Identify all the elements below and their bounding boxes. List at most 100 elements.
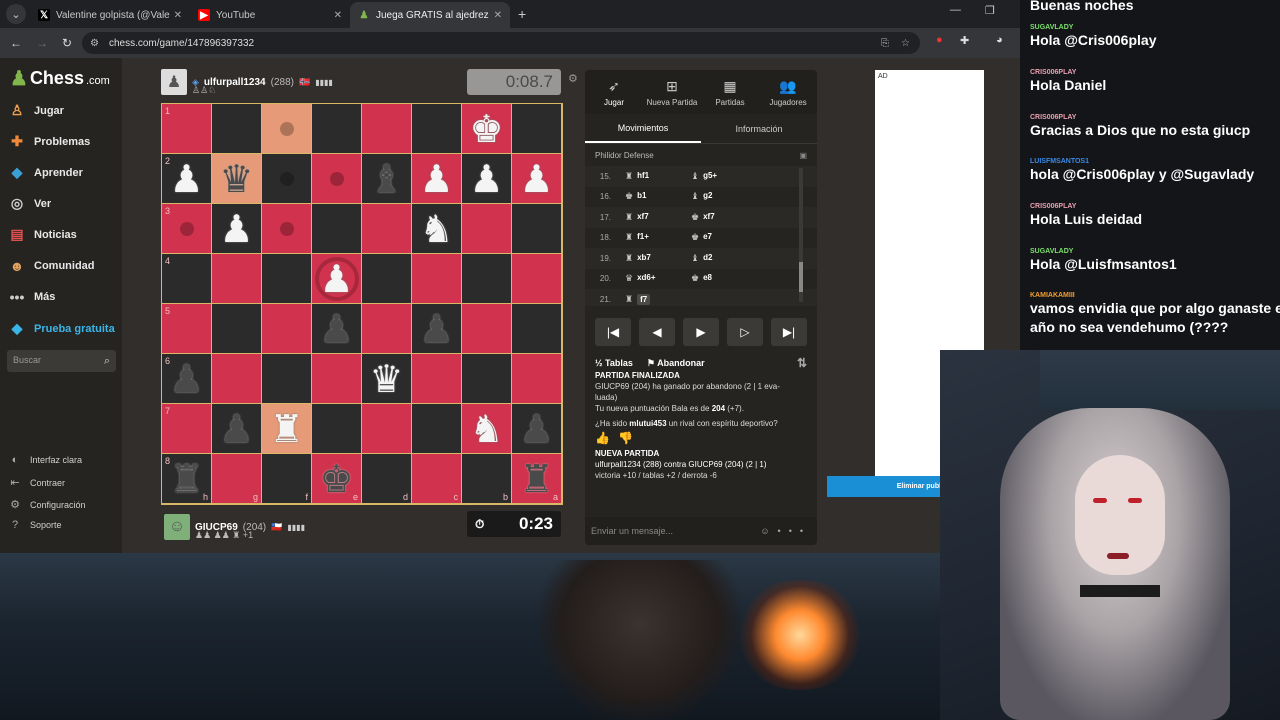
legal-move-dot[interactable]	[279, 221, 294, 236]
legal-move-dot[interactable]	[279, 171, 294, 186]
board-square[interactable]	[262, 254, 312, 304]
board-square[interactable]: 5	[162, 304, 212, 354]
minimize-icon[interactable]: —	[950, 4, 961, 17]
more-options-icon[interactable]: •••	[778, 526, 811, 536]
white-pawn-icon[interactable]: ♟	[519, 160, 553, 198]
capture-ring[interactable]	[315, 257, 359, 301]
board-square[interactable]	[412, 104, 462, 154]
new-tab-button[interactable]: +	[518, 6, 526, 22]
black-king-icon[interactable]: ♚	[319, 460, 353, 498]
white-move[interactable]: ♜ xf7	[617, 212, 683, 223]
black-rook-icon[interactable]: ♜	[169, 460, 203, 498]
book-icon[interactable]: ▣	[799, 151, 807, 160]
chat-username[interactable]: CRIS006PLAY	[1030, 114, 1250, 121]
black-move[interactable]: ♝ d2	[683, 253, 749, 264]
chat-username[interactable]: CRIS006PLAY	[1030, 69, 1106, 76]
board-square[interactable]	[262, 154, 312, 204]
black-move[interactable]: ♝ g5+	[683, 171, 749, 182]
board-square[interactable]: ♟	[212, 404, 262, 454]
board-square[interactable]	[262, 204, 312, 254]
white-knight-icon[interactable]: ♞	[419, 210, 453, 248]
browser-tab-youtube[interactable]: ▶ YouTube ✕	[190, 2, 350, 28]
board-square[interactable]: d	[362, 454, 412, 504]
panel-tab-3[interactable]: 👥 Jugadores	[759, 70, 817, 114]
bottom-player-avatar[interactable]: ☺	[164, 514, 190, 540]
board-square[interactable]: 3	[162, 204, 212, 254]
board-square[interactable]	[362, 254, 412, 304]
move-list[interactable]: 15. ♜ hf1 ♝ g5+ 16. ♚ b1 ♝ g2 17. ♜ xf7 ♚ xf7 18. ♜ f1+ ♚ e…	[585, 166, 817, 306]
board-square[interactable]: ♟	[312, 254, 362, 304]
board-square[interactable]: ♛	[362, 354, 412, 404]
board-square[interactable]: 1	[162, 104, 212, 154]
bookmark-star-icon[interactable]: ☆	[901, 38, 910, 49]
draw-button[interactable]: ½ Tablas	[595, 358, 633, 368]
panel-tab-1[interactable]: ⊞ Nueva Partida	[643, 70, 701, 114]
tab-information[interactable]: Información	[701, 114, 817, 143]
board-square[interactable]: ♞	[412, 204, 462, 254]
board-square[interactable]	[262, 354, 312, 404]
board-square[interactable]: ♛	[212, 154, 262, 204]
last-move-button[interactable]: ▶|	[771, 318, 807, 346]
emoji-icon[interactable]: ☺	[760, 526, 777, 536]
sidebar-item-2[interactable]: ◆ Aprender	[8, 164, 83, 181]
forward-icon[interactable]: →	[36, 36, 48, 50]
board-square[interactable]	[312, 404, 362, 454]
white-pawn-icon[interactable]: ♟	[419, 160, 453, 198]
first-move-button[interactable]: |◀	[595, 318, 631, 346]
black-queen-icon[interactable]: ♛	[219, 160, 253, 198]
board-square[interactable]: 2 ♟	[162, 154, 212, 204]
install-app-icon[interactable]: ⎘	[881, 38, 889, 49]
chat-message-input[interactable]: Enviar un mensaje... ☺•••	[585, 517, 817, 545]
resign-button[interactable]: ⚑ Abandonar	[647, 358, 705, 369]
white-queen-icon[interactable]: ♛	[369, 360, 403, 398]
panel-tab-2[interactable]: ▦ Partidas	[701, 70, 759, 114]
white-pawn-icon[interactable]: ♟	[169, 160, 203, 198]
back-icon[interactable]: ←	[10, 36, 22, 50]
board-square[interactable]	[212, 254, 262, 304]
white-move[interactable]: ♜ f1+	[617, 232, 683, 243]
sidebar-item-4[interactable]: ▤ Noticias	[8, 226, 76, 243]
board-square[interactable]: c	[412, 454, 462, 504]
sidebar-bottom-item-2[interactable]: ⚙ Configuración	[8, 498, 85, 511]
move-scrollbar[interactable]	[795, 166, 803, 306]
browser-tab-x[interactable]: 𝕏 Valentine golpista (@Valencuen ✕	[30, 2, 190, 28]
board-square[interactable]	[212, 304, 262, 354]
thumbs-up-icon[interactable]: 👍	[595, 431, 618, 445]
board-square[interactable]	[412, 404, 462, 454]
next-move-button[interactable]: ▷	[727, 318, 763, 346]
sidebar-item-5[interactable]: ☻ Comunidad	[8, 258, 95, 274]
board-square[interactable]: 7	[162, 404, 212, 454]
chat-username[interactable]: LUISFMSANTOS1	[1030, 158, 1254, 165]
chat-username[interactable]: SUGAVLADY	[1030, 24, 1157, 31]
chess-logo[interactable]: ♟ Chess .com	[10, 66, 110, 91]
white-pawn-icon[interactable]: ♟	[469, 160, 503, 198]
search-input[interactable]: Buscar ⌕	[7, 350, 116, 372]
board-square[interactable]	[362, 404, 412, 454]
board-square[interactable]	[362, 204, 412, 254]
reload-icon[interactable]: ↻	[62, 36, 72, 50]
white-king-icon[interactable]: ♚	[469, 110, 503, 148]
board-square[interactable]: ♚	[462, 104, 512, 154]
board-square[interactable]	[412, 254, 462, 304]
sidebar-bottom-item-1[interactable]: ⇤ Contraer	[8, 476, 65, 489]
tab-list-button[interactable]: ⌄	[6, 4, 26, 24]
board-square[interactable]: 6 ♟	[162, 354, 212, 404]
board-square[interactable]	[462, 354, 512, 404]
flip-board-icon[interactable]: ⇅	[797, 356, 807, 370]
board-square[interactable]	[312, 354, 362, 404]
sidebar-item-6[interactable]: ••• Más	[8, 289, 56, 305]
black-pawn-icon[interactable]: ♟	[169, 360, 203, 398]
board-square[interactable]	[512, 304, 562, 354]
board-square[interactable]	[462, 204, 512, 254]
thumbs-down-icon[interactable]: 👎	[618, 431, 641, 445]
black-move[interactable]: ♚ xf7	[683, 212, 749, 223]
chat-username[interactable]: SUGAVLADY	[1030, 248, 1177, 255]
top-player-avatar[interactable]: ♟	[161, 69, 187, 95]
legal-move-dot[interactable]	[329, 171, 344, 186]
white-move[interactable]: ♛ xd6+	[617, 273, 683, 284]
board-square[interactable]: ♟	[412, 304, 462, 354]
previous-move-button[interactable]: ◀	[639, 318, 675, 346]
tab-moves[interactable]: Movimientos	[585, 114, 701, 143]
legal-move-dot[interactable]	[279, 121, 294, 136]
white-move[interactable]: ♜ xb7	[617, 253, 683, 264]
